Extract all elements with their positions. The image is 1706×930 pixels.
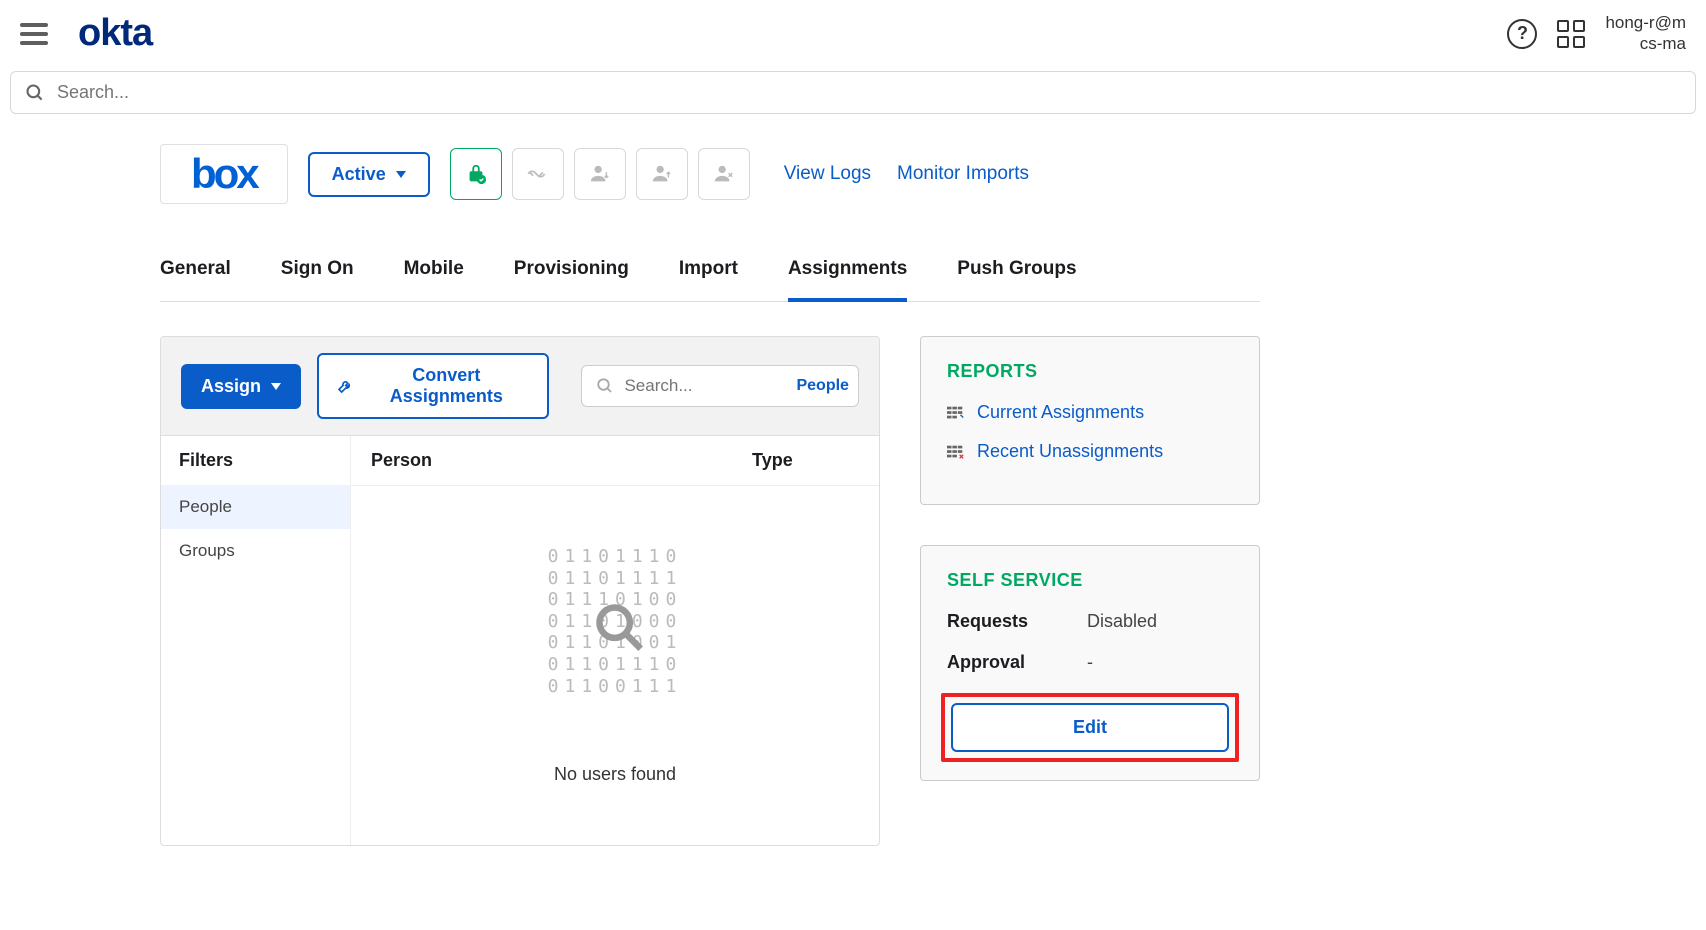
federation-icon-button[interactable] <box>512 148 564 200</box>
app-logo: box <box>160 144 288 204</box>
reports-title: REPORTS <box>947 361 1233 382</box>
search-icon <box>25 83 45 103</box>
requests-label: Requests <box>947 611 1087 632</box>
help-icon[interactable]: ? <box>1507 19 1537 49</box>
handshake-icon <box>525 163 551 185</box>
empty-state: 01101110 01101111 01110100 01101000 0110… <box>351 486 879 845</box>
self-service-title: SELF SERVICE <box>947 570 1233 591</box>
app-tabs: General Sign On Mobile Provisioning Impo… <box>160 244 1260 302</box>
binary-art: 01101110 01101111 01110100 01101000 0110… <box>497 546 733 740</box>
tab-import[interactable]: Import <box>679 244 738 302</box>
view-logs-link[interactable]: View Logs <box>784 163 871 185</box>
col-person: Person <box>371 450 432 471</box>
person-x-icon <box>713 163 735 185</box>
monitor-imports-link[interactable]: Monitor Imports <box>897 163 1029 185</box>
search-icon <box>596 377 614 395</box>
provision-users-icon-button[interactable] <box>636 148 688 200</box>
report-remove-icon <box>947 445 965 459</box>
self-service-card: SELF SERVICE Requests Disabled Approval … <box>920 545 1260 781</box>
report-icon <box>947 406 965 420</box>
current-assignments-link[interactable]: Current Assignments <box>977 402 1144 423</box>
global-search[interactable] <box>10 71 1696 114</box>
filters-heading: Filters <box>161 436 350 485</box>
tab-push-groups[interactable]: Push Groups <box>957 244 1076 302</box>
assign-button[interactable]: Assign <box>181 364 301 409</box>
col-type: Type <box>752 450 793 471</box>
apps-grid-icon[interactable] <box>1557 20 1585 48</box>
assignment-search: People <box>581 365 859 407</box>
status-dropdown[interactable]: Active <box>308 152 430 197</box>
requests-value: Disabled <box>1087 611 1157 632</box>
okta-logo: okta <box>78 12 152 55</box>
tab-general[interactable]: General <box>160 244 231 302</box>
empty-message: No users found <box>351 764 879 785</box>
tab-provisioning[interactable]: Provisioning <box>514 244 629 302</box>
approval-value: - <box>1087 652 1093 673</box>
tab-sign-on[interactable]: Sign On <box>281 244 354 302</box>
edit-highlight: Edit <box>941 693 1239 762</box>
edit-button[interactable]: Edit <box>951 703 1229 752</box>
reports-card: REPORTS Current Assignments Recent Unass… <box>920 336 1260 505</box>
filter-people[interactable]: People <box>161 485 350 529</box>
user-menu[interactable]: hong-r@m cs-ma <box>1605 13 1686 54</box>
global-search-input[interactable] <box>57 82 1681 103</box>
filter-groups[interactable]: Groups <box>161 529 350 573</box>
assignment-search-input[interactable] <box>624 376 764 396</box>
hamburger-menu-icon[interactable] <box>20 23 48 45</box>
magnify-icon <box>593 601 645 653</box>
person-down-icon <box>589 163 611 185</box>
import-users-icon-button[interactable] <box>574 148 626 200</box>
wrench-icon <box>337 377 353 395</box>
tab-assignments[interactable]: Assignments <box>788 244 907 302</box>
person-up-icon <box>651 163 673 185</box>
recent-unassignments-link[interactable]: Recent Unassignments <box>977 441 1163 462</box>
search-scope-dropdown[interactable]: People <box>778 366 859 406</box>
deprovision-users-icon-button[interactable] <box>698 148 750 200</box>
approval-label: Approval <box>947 652 1087 673</box>
lock-check-icon <box>465 163 487 185</box>
tab-mobile[interactable]: Mobile <box>404 244 464 302</box>
convert-assignments-button[interactable]: Convert Assignments <box>317 353 549 419</box>
authentication-icon-button[interactable] <box>450 148 502 200</box>
